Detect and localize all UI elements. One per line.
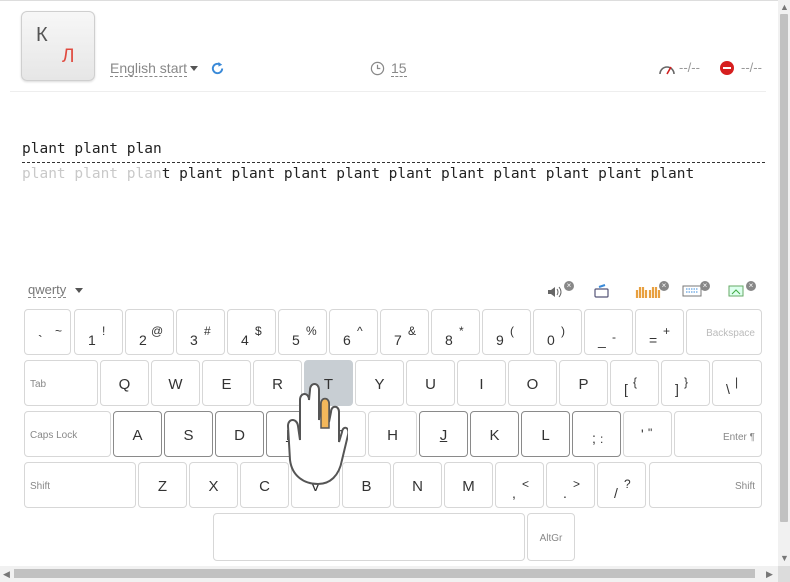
keyboard-color-icon xyxy=(594,284,609,298)
key-i[interactable]: I xyxy=(457,360,506,406)
header-divider xyxy=(10,91,766,92)
hands-icon xyxy=(635,287,661,298)
key-y[interactable]: Y xyxy=(355,360,404,406)
key-comma[interactable]: , < xyxy=(495,462,544,508)
vertical-scrollbar-thumb[interactable] xyxy=(780,14,788,522)
key-d[interactable]: D xyxy=(215,411,264,457)
close-icon[interactable]: × xyxy=(659,281,669,291)
sound-toggle[interactable]: × xyxy=(546,281,574,302)
key-k[interactable]: K xyxy=(470,411,519,457)
key-4[interactable]: 4 $ xyxy=(227,309,276,355)
virtual-keyboard: ` ~ 1! 2 @ 3 # 4 $ 5% 6 ^ 7 & 8 * 9( 0) _ - = + B… xyxy=(22,307,764,563)
key-caps-lock[interactable]: Caps Lock xyxy=(24,411,111,457)
key-h[interactable]: H xyxy=(368,411,417,457)
keyboard-icon xyxy=(682,285,702,297)
scroll-left-icon[interactable]: ◀ xyxy=(3,569,10,579)
source-text-remaining: t plant plant plant plant plant plant pl… xyxy=(161,166,695,182)
key-altgr[interactable]: AltGr xyxy=(527,513,575,561)
chevron-down-icon[interactable] xyxy=(75,288,83,293)
timer-value[interactable]: 15 xyxy=(391,60,407,77)
close-icon[interactable]: × xyxy=(746,281,756,291)
key-6[interactable]: 6 ^ xyxy=(329,309,378,355)
key-left-shift[interactable]: Shift xyxy=(24,462,136,508)
typing-line xyxy=(22,162,765,163)
refresh-icon[interactable] xyxy=(210,61,225,76)
key-semicolon[interactable]: ;: xyxy=(572,411,621,457)
key-w[interactable]: W xyxy=(151,360,200,406)
typed-text: plant plant plan xyxy=(22,141,162,157)
key-2[interactable]: 2 @ xyxy=(125,309,174,355)
key-space[interactable] xyxy=(213,513,525,561)
key-8[interactable]: 8 * xyxy=(431,309,480,355)
errors-value: --/-- xyxy=(741,60,762,75)
horizontal-scrollbar-thumb[interactable] xyxy=(14,569,755,578)
hand-hint-icon xyxy=(286,383,348,486)
key-minus[interactable]: _ - xyxy=(584,309,633,355)
close-icon[interactable]: × xyxy=(564,281,574,291)
key-backslash[interactable]: \ | xyxy=(712,360,762,406)
scrollbar-corner xyxy=(778,566,790,582)
lesson-selector[interactable]: English start xyxy=(110,60,188,77)
key-p[interactable]: P xyxy=(559,360,608,406)
key-a[interactable]: A xyxy=(113,411,162,457)
speed-value: --/-- xyxy=(679,60,700,75)
key-right-bracket[interactable]: ]} xyxy=(661,360,710,406)
key-equals[interactable]: = + xyxy=(635,309,684,355)
key-e[interactable]: E xyxy=(202,360,251,406)
key-j[interactable]: J xyxy=(419,411,468,457)
key-right-shift[interactable]: Shift xyxy=(649,462,762,508)
key-0[interactable]: 0) xyxy=(533,309,582,355)
key-quote[interactable]: ' " xyxy=(623,411,672,457)
theme-toggle[interactable] xyxy=(593,284,615,302)
layout-selector[interactable]: qwerty xyxy=(28,282,67,298)
scroll-down-icon[interactable]: ▼ xyxy=(780,553,789,563)
scroll-up-icon[interactable]: ▲ xyxy=(780,2,789,12)
key-o[interactable]: O xyxy=(508,360,557,406)
logo-letter-left: К xyxy=(36,24,48,46)
source-text-completed: plant plant plan xyxy=(22,166,162,182)
key-s[interactable]: S xyxy=(164,411,213,457)
scroll-right-icon[interactable]: ▶ xyxy=(766,569,773,579)
image-icon xyxy=(728,285,744,297)
key-n[interactable]: N xyxy=(393,462,442,508)
key-7[interactable]: 7 & xyxy=(380,309,429,355)
key-left-bracket[interactable]: [{ xyxy=(610,360,659,406)
key-x[interactable]: X xyxy=(189,462,238,508)
errors-icon xyxy=(720,61,734,75)
speaker-icon xyxy=(548,286,562,298)
clock-icon xyxy=(370,61,385,76)
speedometer-icon xyxy=(659,66,675,75)
key-z[interactable]: Z xyxy=(138,462,187,508)
app-logo[interactable]: К Л xyxy=(21,11,95,81)
key-period[interactable]: . > xyxy=(546,462,595,508)
key-m[interactable]: M xyxy=(444,462,493,508)
key-9[interactable]: 9( xyxy=(482,309,531,355)
logo-letter-right: Л xyxy=(62,46,75,67)
key-backquote[interactable]: ` ~ xyxy=(24,309,71,355)
key-l[interactable]: L xyxy=(521,411,570,457)
key-q[interactable]: Q xyxy=(100,360,149,406)
key-1[interactable]: 1! xyxy=(74,309,123,355)
picture-toggle[interactable]: × xyxy=(728,281,756,302)
key-5[interactable]: 5% xyxy=(278,309,327,355)
hands-toggle[interactable]: × xyxy=(635,281,669,302)
keyboard-toggle[interactable]: × xyxy=(682,281,710,302)
key-backspace[interactable]: Backspace xyxy=(686,309,762,355)
key-u[interactable]: U xyxy=(406,360,455,406)
key-tab[interactable]: Tab xyxy=(24,360,98,406)
chevron-down-icon[interactable] xyxy=(190,66,198,71)
key-enter[interactable]: Enter ¶ xyxy=(674,411,762,457)
close-icon[interactable]: × xyxy=(700,281,710,291)
key-3[interactable]: 3 # xyxy=(176,309,225,355)
key-slash[interactable]: /? xyxy=(597,462,646,508)
key-c[interactable]: C xyxy=(240,462,289,508)
source-text: plant plant plant plant plant plant plan… xyxy=(22,166,694,182)
key-b[interactable]: B xyxy=(342,462,391,508)
